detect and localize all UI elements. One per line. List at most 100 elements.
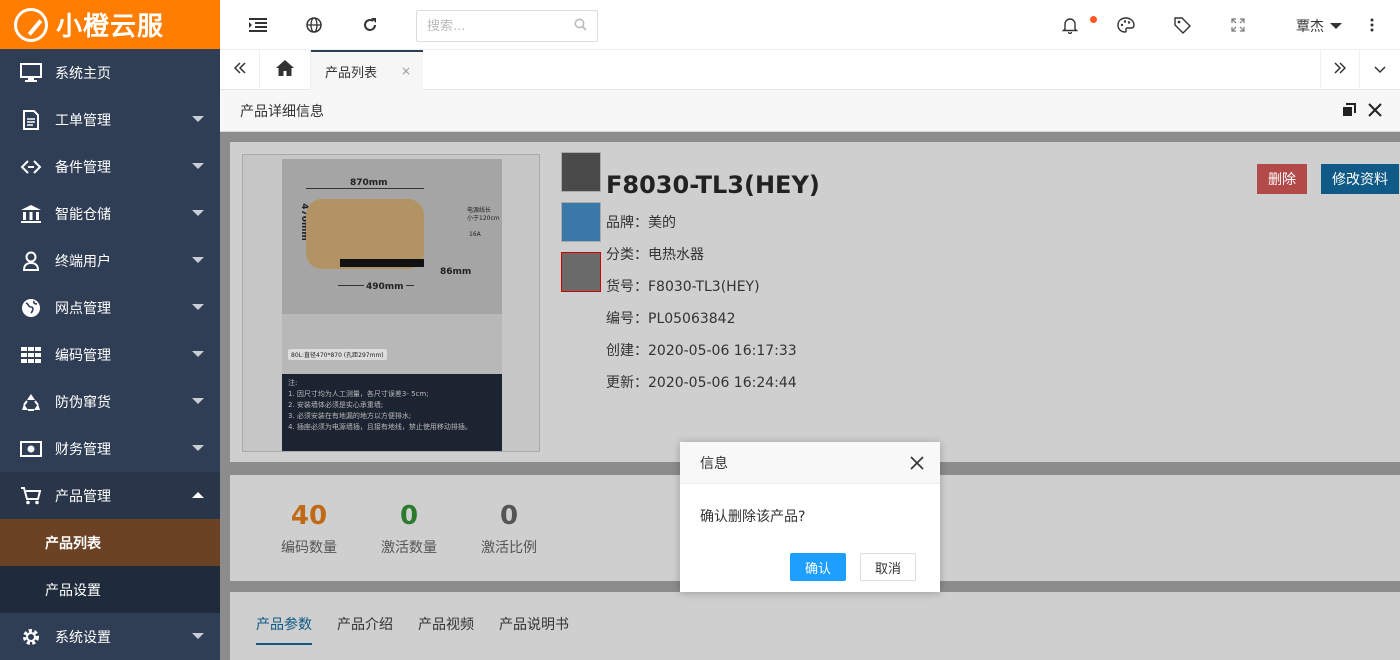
- sidebar-menu: 系统主页 工单管理 备件管理 智能仓储 终端用户 网点管理 编码管理 防伪窜货 …: [0, 49, 220, 660]
- tab-product-intro[interactable]: 产品介绍: [337, 614, 393, 634]
- stat-label: 激活数量: [381, 540, 437, 556]
- tab-product-params[interactable]: 产品参数: [256, 614, 312, 645]
- grid-icon: [20, 344, 42, 366]
- stat-activated-count: 0 激活数量: [370, 501, 448, 557]
- chevron-down-icon: [192, 257, 204, 263]
- sidebar-item-workorders[interactable]: 工单管理: [0, 96, 220, 143]
- product-name: F8030-TL3(HEY): [606, 171, 820, 199]
- stat-activation-ratio: 0 激活比例: [470, 501, 548, 557]
- sidebar-item-label: 编码管理: [55, 347, 111, 364]
- edit-button[interactable]: 修改资料: [1321, 164, 1399, 194]
- stat-value: 0: [499, 501, 519, 531]
- tab-menu-button[interactable]: [1360, 50, 1400, 90]
- chevron-down-icon: [192, 398, 204, 404]
- dialog-title: 信息: [700, 455, 728, 472]
- fullscreen-icon[interactable]: [1228, 15, 1248, 35]
- app-name: 小橙云服: [56, 12, 165, 42]
- search-input[interactable]: [427, 18, 574, 34]
- product-detail-card: 870mm 470mm 电源线长 小于120cm 16A 86mm 490mm …: [230, 142, 1400, 462]
- sidebar-item-products[interactable]: 产品管理: [0, 472, 220, 519]
- sidebar-item-anticounterfeit[interactable]: 防伪窜货: [0, 378, 220, 425]
- home-tab-button[interactable]: [260, 50, 311, 90]
- sidebar-item-label: 工单管理: [55, 112, 111, 129]
- product-brand: 品牌：美的: [606, 215, 676, 231]
- refresh-icon[interactable]: [360, 15, 380, 35]
- product-thumbnail[interactable]: [561, 152, 601, 192]
- cart-icon: [20, 485, 42, 507]
- sidebar-item-codes[interactable]: 编码管理: [0, 331, 220, 378]
- tab-bar: 产品列表 ×: [220, 50, 1400, 90]
- close-tab-icon[interactable]: ×: [401, 64, 411, 78]
- tab-scroll-left-button[interactable]: [220, 50, 260, 90]
- top-header: 覃杰: [220, 0, 1400, 50]
- chevron-down-icon: [192, 633, 204, 639]
- chevron-down-icon: [192, 304, 204, 310]
- tab-label: 产品列表: [325, 65, 378, 81]
- menu-toggle-icon[interactable]: [248, 15, 268, 35]
- search-icon[interactable]: [574, 18, 587, 35]
- sidebar-subitem-product-settings[interactable]: 产品设置: [0, 566, 220, 613]
- chevron-down-icon: [1374, 62, 1386, 78]
- sidebar-item-outlets[interactable]: 网点管理: [0, 284, 220, 331]
- user-icon: [20, 250, 42, 272]
- sidebar-item-spareparts[interactable]: 备件管理: [0, 143, 220, 190]
- caret-down-icon: [1330, 23, 1342, 29]
- cancel-button[interactable]: 取消: [860, 553, 917, 581]
- dialog-header: 信息: [680, 442, 940, 484]
- panel-header: 产品详细信息: [220, 90, 1400, 132]
- side-dimension: 86mm: [440, 267, 472, 277]
- logo-icon: [14, 7, 48, 42]
- sidebar-item-warehouse[interactable]: 智能仓储: [0, 190, 220, 237]
- sidebar-subitem-product-list[interactable]: 产品列表: [0, 519, 220, 566]
- close-icon[interactable]: [910, 456, 924, 470]
- width-dimension: 870mm: [348, 178, 390, 188]
- bottom-dimension: 490mm: [364, 282, 406, 292]
- product-image-render: 870mm 470mm 电源线长 小于120cm 16A 86mm 490mm …: [282, 159, 502, 451]
- document-icon: [20, 109, 42, 131]
- sidebar-item-label: 智能仓储: [55, 206, 111, 223]
- double-chevron-left-icon: [233, 62, 246, 78]
- product-thumbnail-selected[interactable]: [561, 252, 601, 292]
- sidebar-item-label: 终端用户: [55, 253, 111, 270]
- user-menu[interactable]: 覃杰: [1296, 16, 1342, 36]
- app-root: 小橙云服 系统主页 工单管理 备件管理 智能仓储 终端用户 网点管理 编码管理 …: [0, 0, 1400, 660]
- tag-icon[interactable]: [1172, 15, 1192, 35]
- money-icon: [20, 438, 42, 460]
- stat-value: 0: [399, 501, 419, 531]
- sidebar-item-home[interactable]: 系统主页: [0, 49, 220, 96]
- bell-icon[interactable]: [1060, 15, 1080, 35]
- close-icon[interactable]: [1368, 103, 1384, 119]
- palette-icon[interactable]: [1116, 15, 1136, 35]
- dialog-message: 确认删除该产品?: [700, 509, 806, 525]
- sidebar-item-label: 系统设置: [55, 629, 111, 646]
- confirm-dialog: 信息 确认删除该产品? 确认 取消: [680, 442, 940, 592]
- product-main-image[interactable]: 870mm 470mm 电源线长 小于120cm 16A 86mm 490mm …: [242, 154, 540, 452]
- tab-product-list[interactable]: 产品列表 ×: [311, 50, 423, 90]
- image-notes: 注: 1. 因尺寸均为人工测量，各尺寸误差3- 5cm; 2. 安装墙体必须是实…: [282, 374, 502, 451]
- logo[interactable]: 小橙云服: [0, 0, 220, 49]
- tab-scroll-right-button[interactable]: [1320, 50, 1360, 90]
- confirm-button[interactable]: 确认: [790, 553, 847, 581]
- stat-label: 编码数量: [281, 540, 337, 556]
- double-chevron-right-icon: [1334, 62, 1347, 78]
- image-scene: 870mm 470mm 电源线长 小于120cm 16A 86mm 490mm …: [282, 159, 502, 374]
- sidebar-item-system-settings[interactable]: 系统设置: [0, 613, 220, 660]
- more-vertical-icon[interactable]: [1362, 15, 1382, 35]
- notification-dot: [1090, 16, 1097, 23]
- stat-label: 激活比例: [481, 540, 537, 556]
- sidebar-item-label: 备件管理: [55, 159, 111, 176]
- globe-icon: [20, 297, 42, 319]
- product-thumbnail[interactable]: [561, 202, 601, 242]
- maximize-icon[interactable]: [1342, 103, 1358, 119]
- chevron-down-icon: [192, 210, 204, 216]
- delete-button[interactable]: 删除: [1257, 164, 1307, 194]
- globe-icon[interactable]: [304, 15, 324, 35]
- chevron-down-icon: [192, 116, 204, 122]
- tab-product-video[interactable]: 产品视频: [418, 614, 474, 634]
- search-box[interactable]: [416, 10, 598, 42]
- tab-product-manual[interactable]: 产品说明书: [499, 614, 569, 634]
- product-category: 分类：电热水器: [606, 247, 704, 263]
- image-caption: 80L:直径470*870 (孔距297mm): [288, 349, 387, 360]
- sidebar-item-finance[interactable]: 财务管理: [0, 425, 220, 472]
- sidebar-item-endusers[interactable]: 终端用户: [0, 237, 220, 284]
